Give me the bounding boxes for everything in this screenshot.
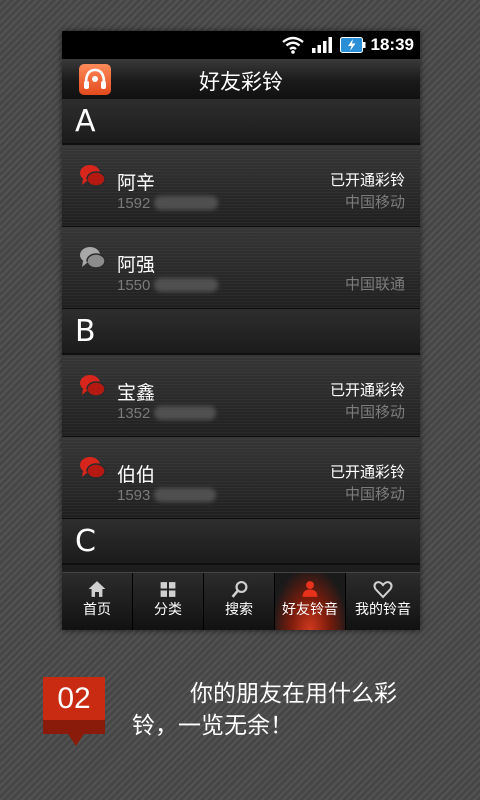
home-icon [88, 581, 106, 597]
section-header-c: C [62, 519, 420, 565]
contact-row[interactable]: 阿辛 1592 已开通彩铃 中国移动 [62, 145, 420, 227]
battery-charging-icon [340, 37, 366, 53]
contact-phone: 1550 [117, 277, 151, 294]
carrier-label: 中国移动 [344, 403, 405, 421]
phone-redaction [154, 406, 216, 420]
ringtone-status: 已开通彩铃 [329, 463, 405, 481]
heart-icon [373, 581, 393, 599]
phone-redaction [154, 278, 218, 292]
contact-phone: 1592 [117, 195, 151, 212]
section-header-a: A [62, 99, 420, 145]
nav-home[interactable]: 首页 [62, 573, 133, 630]
contact-row[interactable]: 伯伯 1593 已开通彩铃 中国移动 [62, 437, 420, 519]
contact-name: 阿辛 [117, 172, 156, 194]
chat-bubble-icon [80, 247, 106, 269]
nav-friend-ringtones[interactable]: 好友铃音 [275, 573, 346, 630]
nav-my-ringtones[interactable]: 我的铃音 [346, 573, 420, 630]
ringtone-status: 已开通彩铃 [329, 381, 405, 399]
contact-row[interactable]: 阿强 1550 中国联通 [62, 227, 420, 309]
status-bar: 18:39 [62, 31, 420, 59]
nav-label: 我的铃音 [355, 602, 411, 618]
grid-icon [160, 582, 176, 597]
carrier-label: 中国移动 [344, 485, 405, 503]
page-title: 好友彩铃 [199, 70, 283, 94]
carrier-label: 中国联通 [344, 275, 405, 293]
nav-label: 首页 [83, 602, 111, 618]
phone-redaction [154, 196, 218, 210]
section-header-b: B [62, 309, 420, 355]
nav-search[interactable]: 搜索 [204, 573, 275, 630]
contact-list[interactable]: A 阿辛 1592 已开通彩铃 中国移动 阿强 1550 中国联通 B 宝鑫 1… [62, 99, 420, 565]
nav-label: 好友铃音 [282, 602, 338, 618]
phone-redaction [154, 488, 216, 502]
search-icon [231, 581, 248, 598]
step-number-badge: 02 [43, 677, 105, 720]
chat-bubble-icon [80, 165, 106, 187]
contact-phone: 1352 [117, 405, 151, 422]
title-bar: 好友彩铃 [62, 59, 420, 100]
contact-name: 宝鑫 [117, 382, 156, 404]
contact-phone: 1593 [117, 487, 151, 504]
chat-bubble-icon [80, 457, 106, 479]
contact-row[interactable]: 宝鑫 1352 已开通彩铃 中国移动 [62, 355, 420, 437]
signal-icon [312, 37, 332, 53]
status-time: 18:39 [370, 35, 414, 54]
contact-name: 阿强 [117, 254, 156, 276]
wifi-icon [282, 36, 304, 54]
contact-name: 伯伯 [117, 464, 156, 486]
phone-screen: 18:39 好友彩铃 A 阿辛 1592 已开通彩铃 中国移动 阿强 1550 … [62, 31, 420, 630]
ringtone-status: 已开通彩铃 [329, 171, 405, 189]
nav-category[interactable]: 分类 [133, 573, 204, 630]
badge-tail [43, 720, 105, 734]
nav-label: 分类 [154, 602, 182, 618]
friend-icon [302, 581, 318, 597]
promo-caption: 你的朋友在用什么彩铃，一览无余！ [132, 681, 397, 739]
badge-pointer [68, 734, 84, 746]
bottom-nav: 首页 分类 搜索 好友铃音 我的铃音 [62, 572, 420, 630]
chat-bubble-icon [80, 375, 106, 397]
nav-label: 搜索 [225, 602, 253, 618]
carrier-label: 中国移动 [344, 193, 405, 211]
